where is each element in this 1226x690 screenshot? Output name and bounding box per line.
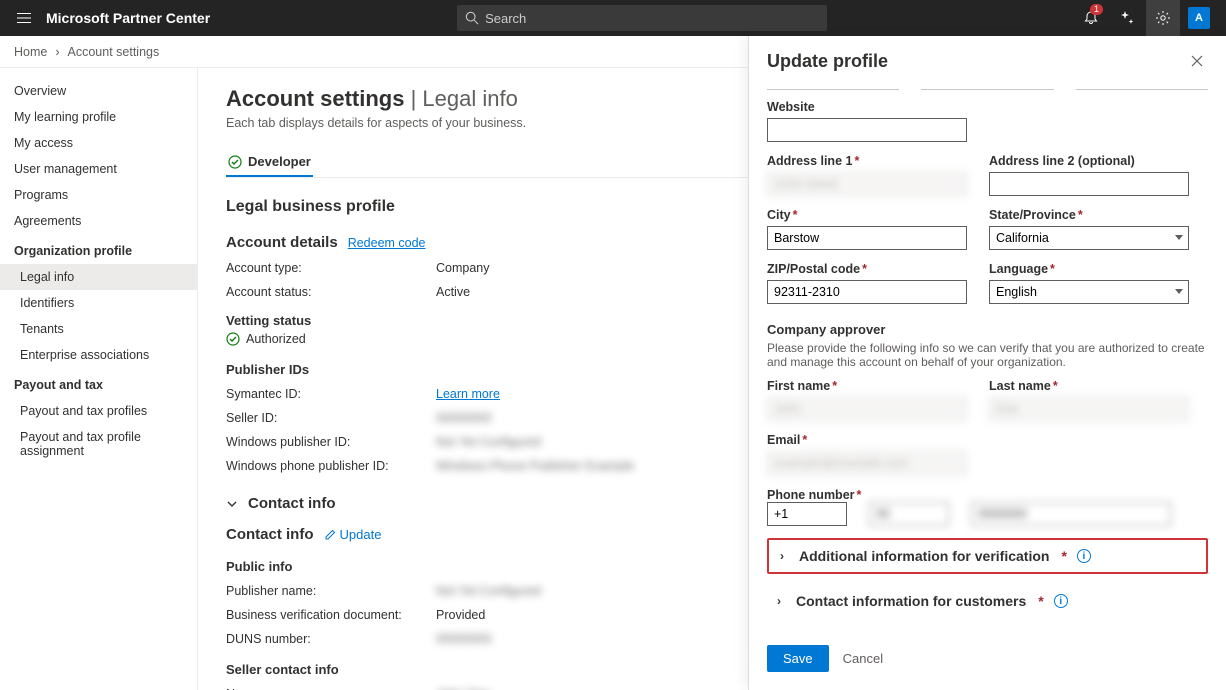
sidebar-item-myaccess[interactable]: My access: [0, 130, 197, 156]
notifications-button[interactable]: 1: [1074, 0, 1108, 36]
search-box[interactable]: [457, 5, 827, 31]
phone-number-input[interactable]: [971, 502, 1171, 526]
info-icon: i: [1054, 594, 1068, 608]
chevron-right-icon: ›: [772, 594, 786, 608]
phone-area-input[interactable]: [869, 502, 949, 526]
sidebar-item-agreements[interactable]: Agreements: [0, 208, 197, 234]
zip-label: ZIP/Postal code*: [767, 262, 967, 276]
email-label: Email*: [767, 433, 967, 447]
sidebar-item-overview[interactable]: Overview: [0, 78, 197, 104]
hamburger-icon[interactable]: [10, 11, 38, 25]
website-label: Website: [767, 100, 967, 114]
language-select[interactable]: English: [989, 280, 1189, 304]
language-label: Language*: [989, 262, 1189, 276]
expander-contact-customers: › Contact information for customers * i: [767, 586, 1208, 616]
sidebar-item-tenants[interactable]: Tenants: [0, 316, 197, 342]
addr2-input[interactable]: [989, 172, 1189, 196]
website-input[interactable]: [767, 118, 967, 142]
ghost-field: [921, 86, 1053, 90]
email-input[interactable]: [767, 451, 967, 475]
addr2-label: Address line 2 (optional): [989, 154, 1189, 168]
sidebar-item-programs[interactable]: Programs: [0, 182, 197, 208]
panel-title: Update profile: [767, 51, 888, 72]
phone-label: Phone number*: [767, 488, 861, 502]
state-select[interactable]: California: [989, 226, 1189, 250]
sidebar-item-enterprise[interactable]: Enterprise associations: [0, 342, 197, 368]
cancel-button[interactable]: Cancel: [843, 651, 883, 666]
approver-heading: Company approver: [767, 322, 1208, 337]
sidebar-group-payout: Payout and tax: [0, 368, 197, 398]
zip-input[interactable]: [767, 280, 967, 304]
firstname-label: First name*: [767, 379, 967, 393]
city-input[interactable]: [767, 226, 967, 250]
search-icon: [465, 11, 479, 25]
breadcrumb-current: Account settings: [68, 45, 160, 59]
expander-additional-verification: › Additional information for verificatio…: [767, 538, 1208, 574]
sidebar-item-legalinfo[interactable]: Legal info: [0, 264, 197, 290]
tab-developer[interactable]: Developer: [226, 148, 313, 177]
top-header: Microsoft Partner Center 1 A: [0, 0, 1226, 36]
sidebar-item-payoutassign[interactable]: Payout and tax profile assignment: [0, 424, 197, 464]
save-button[interactable]: Save: [767, 645, 829, 672]
phone-cc-input[interactable]: [767, 502, 847, 526]
breadcrumb-home[interactable]: Home: [14, 45, 47, 59]
settings-button[interactable]: [1146, 0, 1180, 36]
state-label: State/Province*: [989, 208, 1189, 222]
check-circle-icon: [226, 332, 240, 346]
sidebar-group-orgprofile: Organization profile: [0, 234, 197, 264]
chevron-right-icon: ›: [775, 549, 789, 563]
sidebar-item-payoutprofiles[interactable]: Payout and tax profiles: [0, 398, 197, 424]
redeem-code-link[interactable]: Redeem code: [348, 236, 426, 250]
learn-more-link[interactable]: Learn more: [436, 387, 500, 401]
firstname-input[interactable]: [767, 397, 967, 421]
avatar-button[interactable]: A: [1182, 0, 1216, 36]
brand: Microsoft Partner Center: [46, 10, 210, 26]
city-label: City*: [767, 208, 967, 222]
sidebar-item-learning[interactable]: My learning profile: [0, 104, 197, 130]
sidebar-item-usermgmt[interactable]: User management: [0, 156, 197, 182]
update-link[interactable]: Update: [324, 527, 382, 542]
addr1-label: Address line 1*: [767, 154, 967, 168]
sparkle-button[interactable]: [1110, 0, 1144, 36]
info-icon: i: [1077, 549, 1091, 563]
chevron-down-icon: [226, 498, 238, 510]
search-input[interactable]: [485, 11, 819, 26]
avatar: A: [1188, 7, 1210, 29]
chevron-right-icon: ›: [55, 45, 59, 59]
notification-badge: 1: [1090, 4, 1103, 15]
ghost-field: [767, 86, 899, 90]
lastname-label: Last name*: [989, 379, 1189, 393]
check-circle-icon: [228, 155, 242, 169]
approver-desc: Please provide the following info so we …: [767, 341, 1208, 369]
addr1-input[interactable]: [767, 172, 967, 196]
ghost-field: [1076, 86, 1208, 90]
close-icon[interactable]: [1186, 50, 1208, 72]
lastname-input[interactable]: [989, 397, 1189, 421]
sidebar-item-identifiers[interactable]: Identifiers: [0, 290, 197, 316]
update-profile-panel: Update profile Website Address line 1* A…: [748, 36, 1226, 690]
sidebar: Overview My learning profile My access U…: [0, 68, 198, 690]
